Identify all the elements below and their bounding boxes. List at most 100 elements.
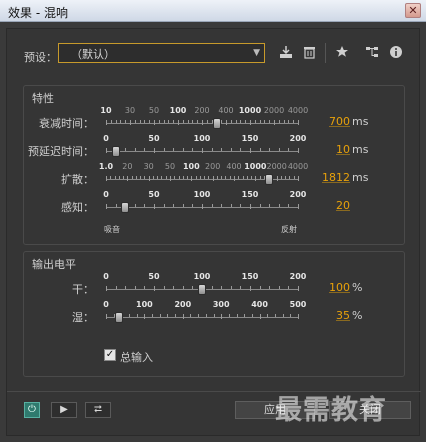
wet-tick <box>175 314 177 317</box>
sum-input-checkbox[interactable]: ✓ <box>104 349 116 361</box>
pre-delay-tick <box>134 148 136 151</box>
wet-tick <box>259 314 261 319</box>
wet-tick <box>106 314 107 319</box>
decay-time-unit: ms <box>352 115 369 128</box>
diffusion-tick <box>276 176 278 181</box>
dry-tick <box>230 286 232 289</box>
decay-time-tick <box>206 120 208 123</box>
preset-dropdown[interactable]: （默认） ▼ <box>58 43 265 63</box>
pre-delay-tick <box>250 148 251 153</box>
save-preset-icon[interactable] <box>279 45 293 62</box>
dry-tick <box>173 286 175 289</box>
pre-delay-thumb[interactable] <box>111 146 120 157</box>
dry-thumb[interactable] <box>198 284 206 295</box>
decay-time-tick <box>120 120 122 123</box>
dry-tick <box>182 286 184 289</box>
dry-tick <box>240 286 242 289</box>
diffusion-tick <box>255 176 257 181</box>
effect-panel: 预设： （默认） ▼ 特性 衰减时间： 10 30 50 100 200 400 1000 20… <box>6 28 421 436</box>
perception-tick <box>211 204 213 207</box>
decay-time-tick <box>144 120 146 123</box>
wet-tick-label: 500 <box>289 300 307 309</box>
wet-thumb[interactable] <box>115 312 124 323</box>
wet-tick <box>167 314 169 317</box>
decay-time-value[interactable]: 700 <box>310 115 350 128</box>
dry-tick <box>269 286 271 289</box>
diffusion-tick <box>123 176 125 179</box>
preset-value: （默认） <box>71 48 115 61</box>
wet-value[interactable]: 35 <box>310 309 350 322</box>
pre-delay-tick <box>182 148 184 151</box>
favorite-icon[interactable] <box>335 45 349 62</box>
pre-delay-tick <box>125 148 127 151</box>
wet-track[interactable] <box>106 317 298 318</box>
decay-time-tick <box>202 120 203 125</box>
decay-time-tick <box>278 120 280 123</box>
routing-icon[interactable] <box>365 45 379 62</box>
decay-time-tick-label: 2000 <box>263 106 285 115</box>
decay-time-tick <box>259 120 261 123</box>
window-close-button[interactable]: ✕ <box>405 3 421 18</box>
perception-tick <box>230 204 232 207</box>
diffusion-tick-label: 1000 <box>244 162 267 171</box>
perception-tick-label: 0 <box>103 190 109 199</box>
loop-button[interactable]: ⮂ <box>85 402 111 418</box>
preset-label: 预设： <box>24 51 57 64</box>
pre-delay-value[interactable]: 10 <box>310 143 350 156</box>
diffusion-value[interactable]: 1812 <box>310 171 350 184</box>
diffusion-tick <box>191 176 193 181</box>
diffusion-tick-label: 400 <box>226 162 242 171</box>
diffusion-tick <box>208 176 210 179</box>
diffusion-tick <box>298 176 299 181</box>
pre-delay-tick <box>173 148 175 151</box>
pre-delay-tick <box>298 148 299 153</box>
decay-time-tick <box>240 120 242 123</box>
dry-label: 干： <box>72 283 94 296</box>
perception-value[interactable]: 20 <box>310 199 350 212</box>
wet-tick-label: 100 <box>136 300 153 309</box>
title-bar: 效果 - 混响 ✕ <box>0 0 426 22</box>
diffusion-tick <box>144 176 146 179</box>
perception-tick <box>240 204 242 207</box>
play-button[interactable]: ▶ <box>51 402 77 418</box>
dry-tick <box>259 286 261 289</box>
power-button[interactable]: ⏻ <box>24 402 40 418</box>
decay-time-tick <box>269 120 271 123</box>
perception-tick <box>259 204 261 207</box>
diffusion-thumb[interactable] <box>265 174 274 185</box>
decay-time-tick-label: 400 <box>218 106 234 115</box>
decay-time-tick <box>130 120 131 125</box>
wet-tick <box>129 314 131 317</box>
dry-tick <box>250 286 251 291</box>
diffusion-tick <box>114 176 116 179</box>
dry-tick-label: 150 <box>241 272 259 281</box>
decay-time-tick <box>192 120 194 123</box>
diffusion-tick <box>259 176 261 179</box>
wet-tick <box>267 314 269 317</box>
perception-right-label: 反射 <box>281 225 297 234</box>
wet-tick <box>152 314 154 317</box>
dry-value[interactable]: 100 <box>310 281 350 294</box>
pre-delay-tick <box>221 148 223 151</box>
diffusion-label: 扩散： <box>61 173 94 186</box>
perception-thumb[interactable] <box>121 202 130 213</box>
pre-delay-tick <box>259 148 261 151</box>
decay-time-thumb[interactable] <box>213 118 222 129</box>
pre-delay-tick <box>230 148 232 151</box>
diffusion-tick <box>242 176 244 179</box>
diffusion-tick <box>246 176 248 179</box>
decay-time-tick <box>187 120 189 123</box>
perception-tick <box>163 204 165 207</box>
perception-tick <box>192 204 194 207</box>
delete-icon[interactable] <box>303 45 316 62</box>
decay-time-tick <box>139 120 141 123</box>
toolbar-divider <box>325 43 326 63</box>
diffusion-tick-label: 20 <box>122 162 133 171</box>
perception-label: 感知： <box>61 201 94 214</box>
perception-tick <box>115 204 117 207</box>
info-icon[interactable] <box>389 45 403 62</box>
dry-tick <box>211 286 213 289</box>
decay-time-tick <box>154 120 155 125</box>
dry-unit: % <box>352 281 363 294</box>
decay-time-tick <box>298 120 299 125</box>
